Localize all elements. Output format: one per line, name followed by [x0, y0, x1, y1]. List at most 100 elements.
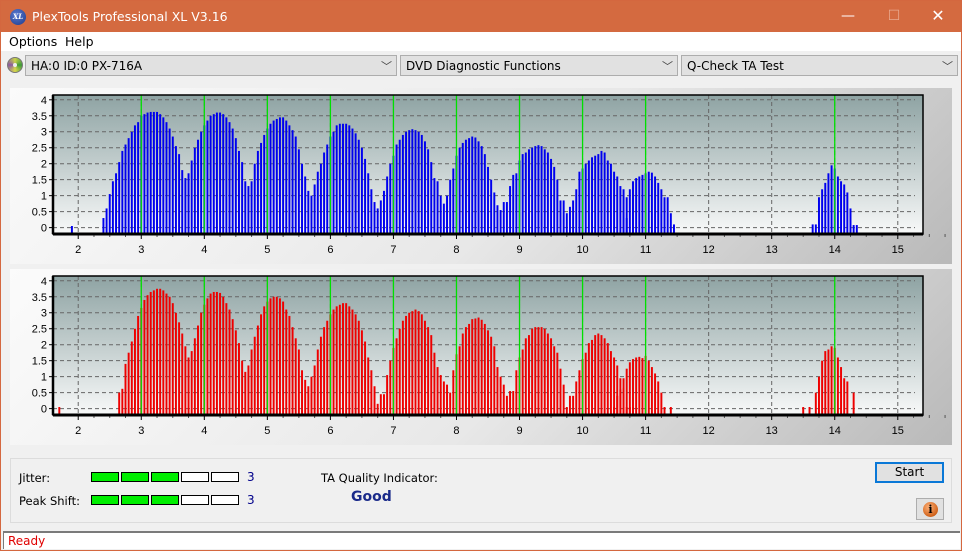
bar — [225, 303, 228, 415]
bar — [540, 327, 543, 415]
drive-select[interactable]: HA:0 ID:0 PX-716A ﹀ — [25, 55, 397, 76]
bar — [849, 208, 852, 234]
x-tick-label: 15 — [892, 244, 904, 256]
start-button[interactable]: Start — [875, 462, 944, 483]
bar — [301, 370, 303, 415]
bar — [446, 384, 448, 415]
bar — [591, 157, 593, 234]
bar — [386, 375, 389, 415]
info-button[interactable]: i — [916, 498, 944, 520]
bar — [282, 301, 285, 415]
bar — [452, 168, 455, 234]
bar — [206, 298, 209, 415]
bar — [606, 343, 609, 415]
bar — [297, 349, 300, 415]
bar — [464, 139, 467, 234]
bar — [628, 362, 631, 415]
ta-quality-value: Good — [351, 489, 392, 505]
peak-shift-meter-segment — [121, 495, 149, 505]
bar — [326, 144, 329, 234]
menu-help[interactable]: Help — [65, 34, 94, 49]
test-select[interactable]: Q-Check TA Test ﹀ — [681, 55, 958, 76]
bar — [824, 182, 827, 234]
jitter-value: 3 — [247, 470, 255, 484]
x-tick-label: 13 — [766, 244, 778, 256]
close-button[interactable]: ✕ — [915, 1, 961, 32]
bar — [241, 162, 244, 234]
bar — [269, 298, 272, 415]
bar — [133, 125, 136, 234]
bar — [638, 356, 641, 415]
bar — [660, 392, 663, 415]
bar — [427, 149, 430, 234]
bar — [575, 189, 578, 234]
bar — [496, 205, 499, 234]
bar — [383, 190, 385, 234]
bar — [332, 309, 335, 415]
bar — [493, 346, 496, 415]
bar — [635, 357, 638, 415]
bar — [178, 154, 181, 234]
bar — [442, 203, 445, 234]
bar — [294, 136, 297, 234]
bar — [657, 381, 660, 415]
bar — [493, 192, 496, 234]
bar — [452, 370, 455, 415]
bar — [814, 392, 817, 415]
y-tick-label: 0 — [41, 404, 47, 416]
bar — [852, 392, 855, 415]
bar — [209, 293, 212, 415]
jitter-chart-panel: 0 0.5 1 1.5 2 2.5 3 3.5 4 2 3 4 5 6 7 8 9 10 11 12 13 14 15 — [10, 88, 952, 264]
bar — [250, 349, 253, 415]
bar — [244, 371, 247, 415]
bar — [417, 131, 420, 234]
bar — [335, 306, 338, 415]
bar — [187, 357, 190, 415]
bar — [285, 309, 288, 415]
peak-shift-value: 3 — [247, 493, 255, 507]
y-tick-label: 4 — [41, 95, 47, 107]
bar — [130, 341, 133, 415]
bar — [483, 154, 486, 234]
bar — [238, 150, 240, 234]
bar — [354, 314, 357, 415]
bar — [433, 178, 436, 234]
bar — [524, 338, 527, 415]
ta-quality-label: TA Quality Indicator: — [321, 471, 438, 485]
minimize-button[interactable]: — — [825, 1, 871, 32]
bar — [118, 162, 121, 234]
bar — [275, 296, 278, 415]
bar — [496, 367, 499, 415]
bar — [408, 312, 411, 415]
bar — [509, 391, 512, 415]
bar — [487, 166, 489, 234]
bar — [190, 351, 193, 415]
bar — [360, 330, 363, 415]
bar — [181, 333, 184, 415]
bar — [395, 144, 398, 234]
x-tick-label: 4 — [201, 244, 207, 256]
bar — [272, 120, 275, 234]
x-tick-label: 6 — [327, 244, 333, 256]
bar — [190, 160, 193, 234]
bar — [159, 114, 162, 234]
bar — [222, 114, 225, 234]
bar — [345, 123, 348, 234]
function-select[interactable]: DVD Diagnostic Functions ﹀ — [400, 55, 678, 76]
bar — [200, 312, 203, 415]
x-tick-label: 6 — [327, 425, 333, 437]
bar — [342, 123, 344, 234]
bar — [146, 112, 149, 234]
peak-shift-meter-segment — [91, 495, 119, 505]
y-tick-label: 3 — [41, 308, 47, 320]
bar — [263, 134, 266, 234]
bar — [152, 111, 155, 234]
menu-bar: Options Help — [1, 32, 961, 51]
bar — [821, 189, 824, 234]
title-bar[interactable]: XL PlexTools Professional XL V3.16 — ☐ ✕ — [1, 1, 961, 32]
bar — [625, 368, 628, 415]
bar — [379, 200, 382, 234]
menu-options[interactable]: Options — [9, 34, 57, 49]
bar — [446, 195, 448, 234]
maximize-button[interactable]: ☐ — [871, 1, 917, 32]
